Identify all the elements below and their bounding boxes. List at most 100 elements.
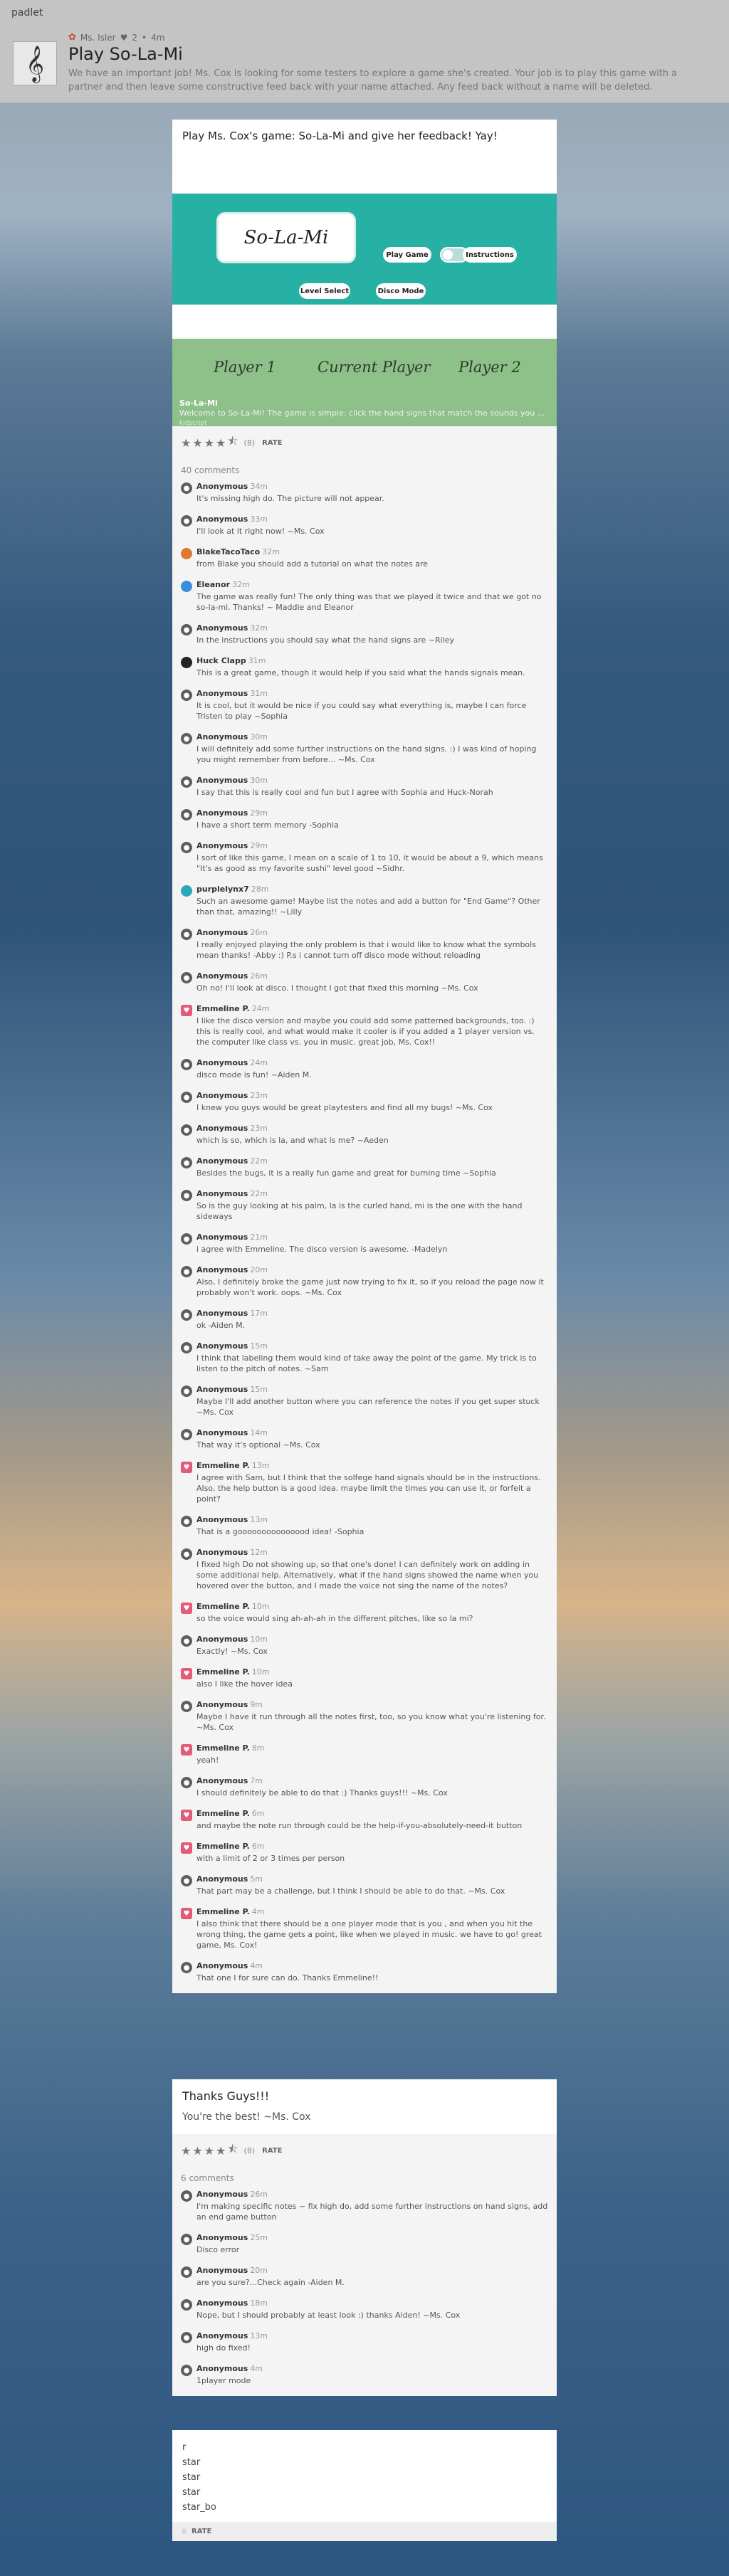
comment-time: 26m <box>250 971 268 981</box>
comment-time: 22m <box>250 1189 268 1198</box>
author-avatar-icon: ✿ <box>68 32 76 43</box>
half-star-icon[interactable]: ⯪ <box>227 433 238 453</box>
comment-time: 31m <box>248 656 266 665</box>
comment-time: 6m <box>251 1842 265 1851</box>
commenter-name: Emmeline P. <box>196 1907 250 1916</box>
star-icon[interactable]: ★ <box>192 436 202 450</box>
top-bar: padlet 𝄞 ✿ Ms. Isler ♥ 2 • 4m Play So-La… <box>0 0 729 103</box>
comment: ● Anonymous 32m In the instructions you sho… <box>172 623 557 645</box>
comment-text: Besides the bugs, it is a really fun gam… <box>196 1168 496 1178</box>
comment: Huck Clapp 31m This is a great game, thoug… <box>172 655 557 678</box>
user-avatar-icon: ● <box>181 515 192 527</box>
comment-text: also I like the hover idea <box>196 1679 293 1689</box>
comment-time: 25m <box>250 2233 268 2242</box>
user-avatar-icon <box>181 885 192 897</box>
instructions-button[interactable]: Instructions <box>463 247 517 263</box>
post-card-thanks: Thanks Guys!!! You're the best! ~Ms. Cox… <box>172 2079 557 2396</box>
user-avatar-icon: ● <box>181 1701 192 1712</box>
user-avatar-icon: ● <box>181 2234 192 2245</box>
commenter-name: Anonymous <box>196 1548 248 1557</box>
link-caption: So-La-Mi Welcome to So-La-Mi! The game i… <box>179 398 550 426</box>
user-avatar-icon: ♥ <box>181 1668 192 1679</box>
commenter-name: Anonymous <box>196 841 248 850</box>
brand-logo[interactable]: padlet <box>11 7 43 19</box>
user-avatar-icon: ● <box>181 1233 192 1245</box>
comment-text: I will definitely add some further instr… <box>196 744 537 764</box>
comment-time: 24m <box>251 1004 270 1013</box>
star-icon[interactable]: ★ <box>181 2144 191 2158</box>
user-avatar-icon: ♥ <box>181 1908 192 1919</box>
comment: ● Anonymous 23m I knew you guys would be gr… <box>172 1090 557 1113</box>
comment-time: 7m <box>250 1776 263 1785</box>
game-title-box: So-La-Mi <box>216 212 356 263</box>
commenter-name: Anonymous <box>196 1428 248 1437</box>
page-title: Play So-La-Mi <box>68 44 183 64</box>
comment-text: That part may be a challenge, but I thin… <box>196 1886 505 1896</box>
post-title: Thanks Guys!!! <box>172 2079 557 2107</box>
commenter-name: Anonymous <box>196 732 248 741</box>
comment: ● Anonymous 20m are you sure?...Check again… <box>172 2265 557 2288</box>
level-select-button[interactable]: Level Select <box>299 283 350 299</box>
user-avatar-icon: ♥ <box>181 1744 192 1756</box>
comment-text: 1player mode <box>196 2376 251 2385</box>
comment-time: 34m <box>250 482 268 491</box>
player-1-label: Player 1 <box>214 359 276 376</box>
comment: Eleanor 32m The game was really fun! The o… <box>172 579 557 613</box>
empty-star-icon[interactable]: ☆ <box>181 2528 187 2535</box>
comment: ● Anonymous 5m That part may be a challenge… <box>172 1874 557 1896</box>
comment: ● Anonymous 26m I'm making specific notes ~… <box>172 2189 557 2222</box>
post-line: star <box>182 2472 201 2483</box>
comment-text: I think that labeling them would kind of… <box>196 1353 537 1373</box>
comment-text: This is a great game, though it would he… <box>196 668 525 677</box>
star-icon[interactable]: ★ <box>204 2144 214 2158</box>
comment: ● Anonymous 26m Oh no! I'll look at disco. … <box>172 971 557 993</box>
commenter-name: Anonymous <box>196 2266 248 2275</box>
star-icon[interactable]: ★ <box>204 436 214 450</box>
user-avatar-icon: ● <box>181 2266 192 2278</box>
user-avatar-icon: ● <box>181 733 192 744</box>
comment-time: 13m <box>251 1461 270 1470</box>
star-icon[interactable]: ★ <box>216 436 226 450</box>
comment: ● Anonymous 21m i agree with Emmeline. The … <box>172 1232 557 1255</box>
half-star-icon[interactable]: ⯪ <box>227 2141 238 2160</box>
comment: ● Anonymous 29m I sort of like this game, I… <box>172 840 557 874</box>
comment-text: Exactly! ~Ms. Cox <box>196 1647 268 1656</box>
commenter-name: Emmeline P. <box>196 1004 250 1013</box>
comment: ● Anonymous 34m It's missing high do. The p… <box>172 481 557 504</box>
comment-time: 32m <box>262 547 280 556</box>
comment-time: 26m <box>250 928 268 937</box>
current-player-label: Current Player <box>318 359 431 376</box>
disco-mode-button[interactable]: Disco Mode <box>376 283 426 299</box>
comment-text: That is a gooooooooooooood idea! -Sophia <box>196 1527 364 1536</box>
play-game-button[interactable]: Play Game <box>383 247 431 263</box>
comment-time: 29m <box>250 808 268 818</box>
post-body: You're the best! ~Ms. Cox <box>172 2107 557 2134</box>
comment-time: 24m <box>250 1058 268 1067</box>
commenter-name: Anonymous <box>196 1265 248 1274</box>
comment: ● Anonymous 13m That is a gooooooooooooood … <box>172 1514 557 1537</box>
user-avatar-icon: ● <box>181 1092 192 1103</box>
commenter-name: Anonymous <box>196 1385 248 1394</box>
user-avatar-icon: ● <box>181 1962 192 1973</box>
post-card-notes: r star star star star_bo ☆ RATE <box>172 2430 557 2541</box>
user-avatar-icon: ● <box>181 972 192 983</box>
like-count: 2 <box>132 32 137 43</box>
comment-text: are you sure?...Check again -Aiden M. <box>196 2278 345 2287</box>
user-avatar-icon: ● <box>181 1875 192 1886</box>
user-avatar-icon <box>181 548 192 559</box>
star-icon[interactable]: ★ <box>192 2144 202 2158</box>
rate-button[interactable]: RATE <box>262 2147 282 2155</box>
comment: ● Anonymous 4m That one I for sure can do. … <box>172 1960 557 1983</box>
commenter-name: Emmeline P. <box>196 1842 250 1851</box>
game-preview-link[interactable]: So-La-Mi Play Game Instructions Level Se… <box>172 152 557 426</box>
commenter-name: Anonymous <box>196 2298 248 2308</box>
author-name[interactable]: Ms. Isler <box>80 33 116 43</box>
star-icon[interactable]: ★ <box>216 2144 226 2158</box>
rate-button[interactable]: RATE <box>192 2528 211 2535</box>
comment-time: 32m <box>231 580 250 589</box>
comment: BlakeTacoTaco 32m from Blake you should ad… <box>172 547 557 569</box>
commenter-name: Anonymous <box>196 2364 248 2373</box>
rate-button[interactable]: RATE <box>262 439 282 447</box>
comment: ● Anonymous 30m I will definitely add some … <box>172 732 557 765</box>
star-icon[interactable]: ★ <box>181 436 191 450</box>
